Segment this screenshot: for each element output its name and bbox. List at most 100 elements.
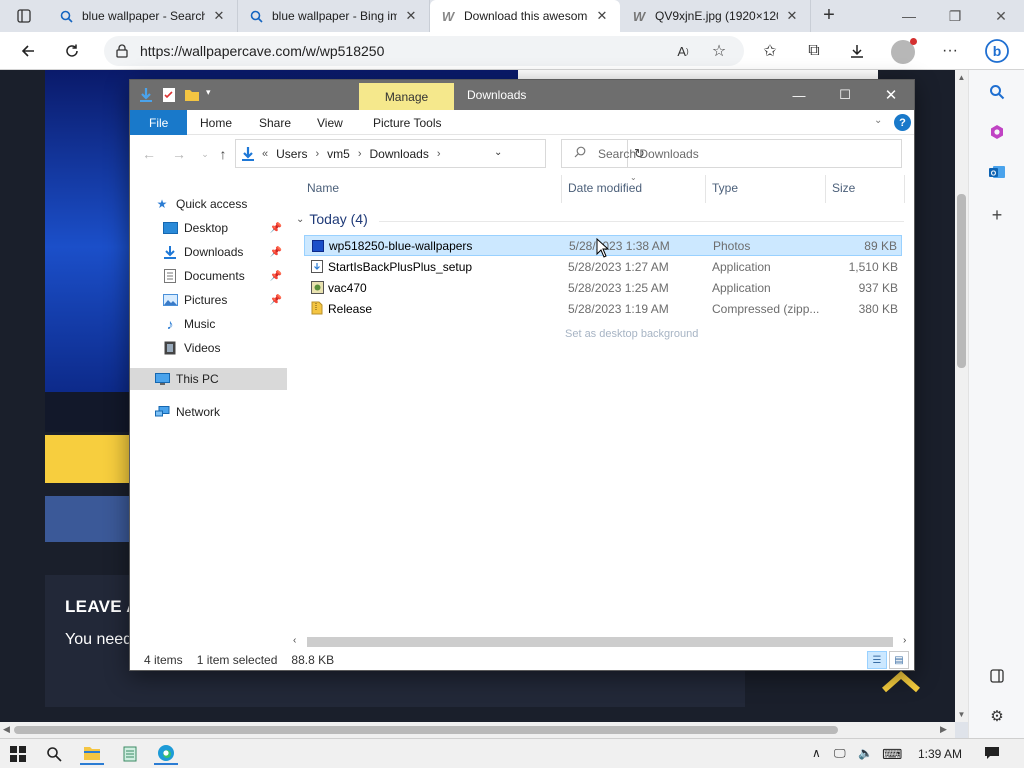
tab-actions-icon[interactable] [10,6,38,26]
address-bar[interactable]: https://wallpapercave.com/w/wp518250 [104,36,744,66]
taskbar-clock[interactable]: 1:39 AM [918,747,962,761]
ribbon-tab-share[interactable]: Share [245,110,305,135]
lock-icon[interactable] [104,44,140,58]
browser-tab-3[interactable]: W QV9xjnE.jpg (1920×120 ✕ [621,0,811,32]
page-horizontal-scrollbar[interactable]: ◀ ▶ [0,722,955,738]
page-vertical-scrollbar[interactable]: ▲ ▼ [955,70,968,722]
pin-icon[interactable]: 📌 [270,223,282,234]
profile-avatar[interactable] [891,38,917,64]
explorer-maximize-button[interactable]: ☐ [822,80,868,110]
group-header-today[interactable]: ⌄ Today (4) [296,211,368,227]
column-divider[interactable] [561,175,562,203]
chevron-down-icon[interactable]: ⌄ [296,214,304,225]
chevron-right-icon[interactable]: › [437,148,441,160]
more-menu-icon[interactable]: ··· [936,38,964,64]
properties-icon[interactable] [162,87,178,103]
column-header-type[interactable]: Type [712,181,738,199]
scrollbar-thumb[interactable] [957,194,966,368]
file-row[interactable]: Release 5/28/2023 1:19 AM Compressed (zi… [304,298,902,319]
restore-button[interactable]: ❐ [932,0,978,32]
breadcrumb-vm5[interactable]: vm5 [327,147,350,161]
breadcrumb-users[interactable]: Users [276,147,307,161]
edge-browser-icon[interactable] [154,743,178,765]
scrollbar-thumb[interactable] [14,726,838,734]
scroll-to-top-icon[interactable] [880,670,922,698]
file-explorer-icon[interactable] [80,743,104,765]
explorer-minimize-button[interactable]: — [776,80,822,110]
scroll-left-arrow-icon[interactable]: ‹ [293,635,296,646]
add-icon[interactable]: + [987,205,1007,225]
browser-tab-1[interactable]: blue wallpaper - Bing im ✕ [238,0,430,32]
pin-icon[interactable]: 📌 [270,295,282,306]
nav-item-pictures[interactable]: Pictures 📌 [162,289,286,311]
office-icon[interactable] [987,122,1007,142]
close-tab-icon[interactable]: ✕ [403,8,419,24]
nav-item-videos[interactable]: Videos [162,337,286,359]
refresh-icon[interactable] [58,38,86,64]
up-arrow-icon[interactable]: ↑ [212,145,234,163]
url-text[interactable]: https://wallpapercave.com/w/wp518250 [140,43,384,59]
nav-item-downloads[interactable]: Downloads 📌 [162,241,286,263]
ribbon-tab-view[interactable]: View [303,110,357,135]
column-divider[interactable] [825,175,826,203]
close-tab-icon[interactable]: ✕ [211,8,227,24]
scroll-right-arrow-icon[interactable]: › [903,635,906,646]
pin-icon[interactable]: 📌 [270,247,282,258]
manage-tab[interactable]: Manage [359,83,454,110]
collections-icon[interactable]: ⧉ [800,38,828,64]
explorer-title-bar[interactable]: ▾ Manage Downloads — ☐ ✕ [130,80,914,110]
ribbon-tab-picture-tools[interactable]: Picture Tools [359,110,455,135]
browser-tab-2-active[interactable]: W Download this awesome ✕ [430,0,620,32]
minimize-button[interactable]: — [886,0,932,32]
taskbar-search-icon[interactable] [42,743,66,765]
nav-item-desktop[interactable]: Desktop 📌 [162,217,286,239]
explorer-close-button[interactable]: ✕ [868,80,914,110]
pin-icon[interactable]: 📌 [270,271,282,282]
add-favorite-icon[interactable]: ☆ [705,38,733,64]
windows-start-icon[interactable] [6,743,30,765]
nav-item-this-pc[interactable]: This PC [130,368,287,390]
breadcrumb-downloads[interactable]: Downloads [369,147,428,161]
chevron-down-icon[interactable]: ⌄ [494,147,502,158]
notepad-icon[interactable] [118,743,142,765]
sidebar-toggle-icon[interactable] [987,666,1007,686]
search-icon[interactable] [987,82,1007,102]
chevron-right-icon[interactable]: › [358,148,362,160]
back-arrow-icon[interactable] [14,38,42,64]
scroll-down-arrow-icon[interactable]: ▼ [955,710,968,719]
column-divider[interactable] [904,175,905,203]
help-icon[interactable]: ? [894,114,911,131]
nav-item-music[interactable]: ♪ Music [162,313,286,335]
nav-item-network[interactable]: Network [154,401,284,423]
column-header-size[interactable]: Size [832,181,855,199]
chevron-right-icon[interactable]: › [315,148,319,160]
keyboard-icon[interactable]: ⌨ [882,746,902,763]
favorites-icon[interactable]: ✩ [756,38,784,64]
settings-gear-icon[interactable]: ⚙ [987,706,1007,726]
close-tab-icon[interactable]: ✕ [594,8,610,24]
new-tab-button[interactable]: + [818,5,840,26]
address-breadcrumb[interactable]: « Users › vm5 › Downloads › ⌄ ↻ [235,139,645,168]
browser-tab-0[interactable]: blue wallpaper - Search ✕ [48,0,238,32]
bing-copilot-icon[interactable]: b [982,38,1012,64]
breadcrumb-overflow[interactable]: « [262,148,268,160]
ribbon-tab-home[interactable]: Home [186,110,246,135]
scroll-left-arrow-icon[interactable]: ◀ [3,724,10,735]
new-folder-icon[interactable] [184,87,200,103]
scroll-up-arrow-icon[interactable]: ▲ [955,73,968,82]
nav-item-quick-access[interactable]: ★ Quick access [154,193,284,215]
file-row[interactable]: vac470 5/28/2023 1:25 AM Application 937… [304,277,902,298]
close-window-button[interactable]: ✕ [978,0,1024,32]
scroll-right-arrow-icon[interactable]: ▶ [940,724,947,735]
read-aloud-icon[interactable]: A) [669,38,697,64]
column-divider[interactable] [705,175,706,203]
search-downloads-input[interactable]: Search Downloads [561,139,902,168]
large-icons-view-icon[interactable]: ▤ [889,651,909,669]
column-header-name[interactable]: Name [307,181,339,199]
network-tray-icon[interactable]: 🖵 [834,746,846,761]
outlook-icon[interactable]: O [987,162,1007,182]
expand-ribbon-icon[interactable]: ⌄ [874,115,882,126]
show-hidden-icons-icon[interactable]: ∧ [812,746,821,760]
scrollbar-thumb[interactable] [307,637,893,647]
downloads-icon[interactable] [843,38,871,64]
